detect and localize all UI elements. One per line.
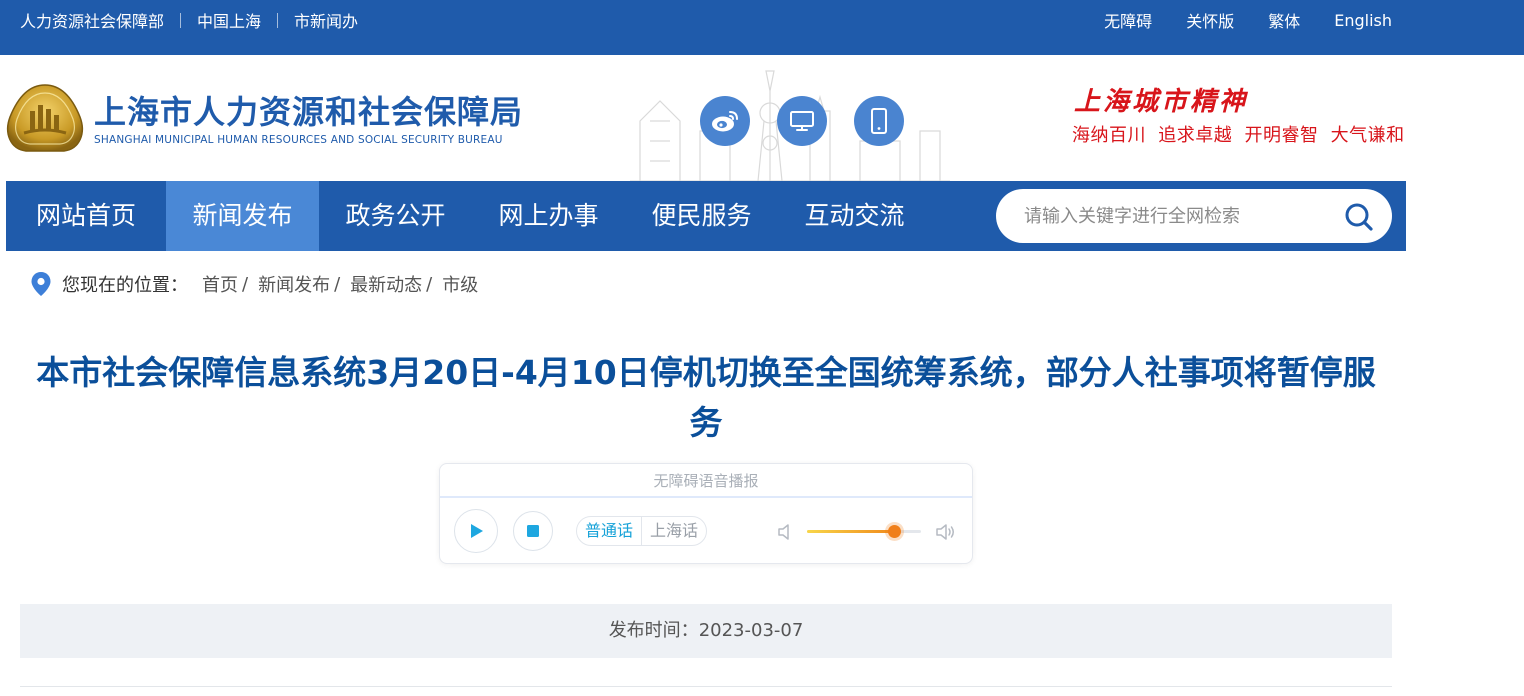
breadcrumb: 您现在的位置： 首页 / 新闻发布 / 最新动态 / 市级 (30, 270, 478, 298)
site-name[interactable]: 上海市人力资源和社会保障局 (94, 87, 523, 133)
search-input[interactable] (1024, 189, 1324, 243)
breadcrumb-separator: / (242, 273, 249, 295)
audio-player: 无障碍语音播报 普通话 上海话 (439, 463, 973, 564)
breadcrumb-separator: / (334, 273, 341, 295)
mobile-site-button[interactable] (854, 96, 904, 146)
top-tools: 无障碍 关怀版 繁体 English (1070, 0, 1392, 40)
link-china-shanghai[interactable]: 中国上海 (197, 8, 261, 32)
search-icon[interactable] (1344, 202, 1374, 232)
publish-label: 发布时间： (608, 620, 699, 641)
nav-item-government-affairs[interactable]: 政务公开 (319, 181, 472, 251)
volume-high-icon[interactable] (934, 521, 956, 543)
accessibility-link[interactable]: 无障碍 (1104, 8, 1152, 32)
traditional-chinese-link[interactable]: 繁体 (1268, 8, 1300, 32)
top-bar: 人力资源社会保障部 中国上海 市新闻办 无障碍 关怀版 繁体 English (0, 0, 1524, 55)
publish-date: 2023-03-07 (698, 620, 804, 641)
volume-slider[interactable] (807, 525, 921, 538)
publish-info: 发布时间：2023-03-07 (20, 604, 1392, 658)
breadcrumb-latest[interactable]: 最新动态 (350, 271, 422, 297)
city-spirit-motto: 海纳百川 追求卓越 开明睿智 大气谦和 (1072, 125, 1405, 146)
emblem-logo[interactable] (6, 83, 84, 153)
link-mohrss[interactable]: 人力资源社会保障部 (20, 8, 164, 32)
content-divider (20, 686, 1392, 687)
breadcrumb-home[interactable]: 首页 (202, 271, 238, 297)
breadcrumb-separator: / (426, 273, 433, 295)
top-links: 人力资源社会保障部 中国上海 市新闻办 (20, 0, 358, 40)
link-press-office[interactable]: 市新闻办 (294, 8, 358, 32)
city-spirit-title: 上海城市精神 (1074, 87, 1249, 117)
stop-button[interactable] (513, 511, 553, 551)
volume-knob[interactable] (887, 525, 901, 538)
dialect-switch: 普通话 上海话 (576, 516, 708, 546)
mandarin-option[interactable]: 普通话 (577, 517, 643, 545)
nav-item-news[interactable]: 新闻发布 (166, 181, 319, 251)
breadcrumb-label: 您现在的位置： (62, 275, 188, 296)
player-title: 无障碍语音播报 (440, 464, 972, 498)
desktop-icon (790, 111, 814, 131)
nav-item-home[interactable]: 网站首页 (6, 181, 166, 251)
play-button[interactable] (454, 509, 498, 553)
site-name-english: SHANGHAI MUNICIPAL HUMAN RESOURCES AND S… (94, 134, 503, 146)
site-header: 上海市人力资源和社会保障局 SHANGHAI MUNICIPAL HUMAN R… (0, 55, 1524, 181)
weibo-icon (712, 111, 738, 132)
nav-item-online-services[interactable]: 网上办事 (472, 181, 625, 251)
shanghainese-option[interactable]: 上海话 (642, 517, 706, 545)
article-title: 本市社会保障信息系统3月20日-4月10日停机切换至全国统筹系统，部分人社事项将… (36, 353, 1376, 442)
breadcrumb-municipal[interactable]: 市级 (442, 271, 478, 297)
top-divider (277, 12, 279, 28)
main-nav: 网站首页 新闻发布 政务公开 网上办事 便民服务 互动交流 (6, 181, 1406, 251)
top-divider (180, 12, 182, 28)
desktop-site-button[interactable] (777, 96, 827, 146)
stop-icon (527, 525, 539, 537)
nav-item-public-services[interactable]: 便民服务 (625, 181, 778, 251)
volume-low-icon[interactable] (775, 521, 797, 543)
breadcrumb-news[interactable]: 新闻发布 (258, 271, 330, 297)
elder-care-mode-link[interactable]: 关怀版 (1186, 8, 1234, 32)
search-box (996, 189, 1392, 243)
play-icon (471, 524, 483, 538)
english-link[interactable]: English (1334, 11, 1392, 30)
location-pin-icon (31, 272, 51, 296)
mobile-icon (871, 108, 887, 134)
volume-level (807, 530, 894, 533)
nav-item-interaction[interactable]: 互动交流 (778, 181, 931, 251)
weibo-button[interactable] (700, 96, 750, 146)
